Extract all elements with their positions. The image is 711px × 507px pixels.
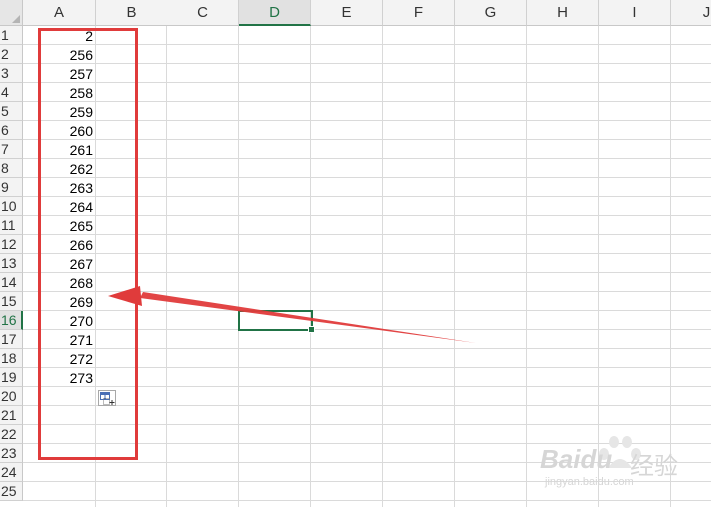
watermark-url: jingyan.baidu.com xyxy=(545,476,634,488)
watermark-brand-cn: 经验 xyxy=(630,453,678,480)
spreadsheet-grid: ABCDEFGHIJ 1 2 3 4 5 6 7 8 9 10 11 12 13 14 15 16 17 18 19… xyxy=(0,0,711,507)
watermark-brand: Baidu xyxy=(540,444,613,474)
baidu-watermark: Baidu 经验 jingyan.baidu.com xyxy=(540,430,710,500)
